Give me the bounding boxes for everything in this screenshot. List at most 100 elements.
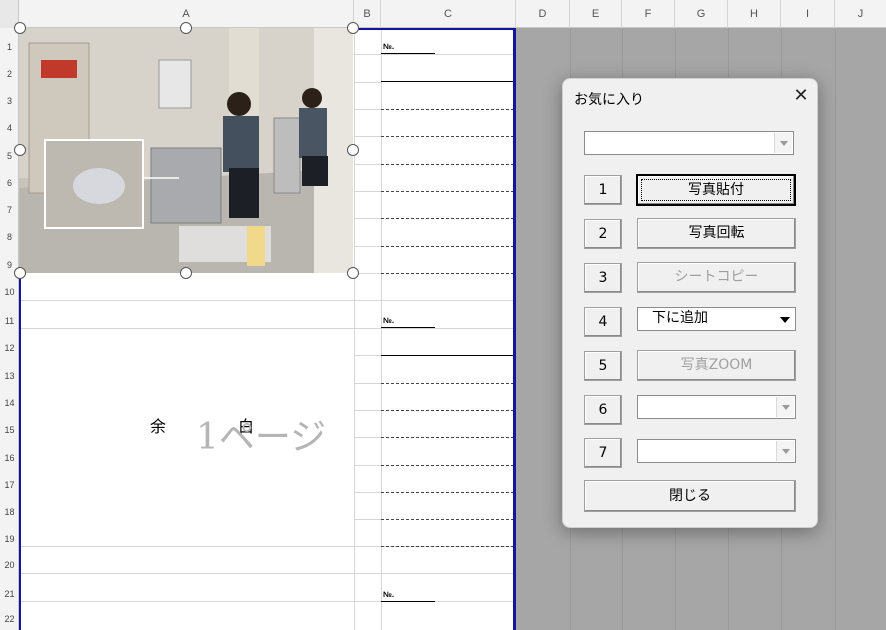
add-position-dropdown[interactable]: 下に追加: [637, 307, 796, 331]
column-header-f[interactable]: F: [622, 0, 675, 28]
rotate-photo-button[interactable]: 写真回転: [637, 218, 796, 249]
dialog-title: お気に入り: [574, 92, 644, 108]
row-header-4[interactable]: 4: [0, 123, 19, 133]
gridline: [354, 164, 382, 165]
row-header-22[interactable]: 22: [0, 614, 19, 624]
row-header-20[interactable]: 20: [0, 560, 19, 570]
memo-line: [381, 546, 514, 547]
gridline: [354, 28, 355, 630]
column-header-c[interactable]: C: [381, 0, 516, 28]
slot-7-dropdown[interactable]: [637, 439, 796, 463]
gridline: [354, 246, 382, 247]
number-button-2[interactable]: 2: [584, 219, 622, 249]
photo-illustration: [19, 28, 353, 273]
memo-line: [381, 109, 514, 110]
memo-line: [381, 218, 514, 219]
resize-handle[interactable]: [14, 22, 26, 34]
number-underline: [381, 601, 435, 602]
number-label: №.: [383, 42, 395, 51]
gridline: [381, 28, 382, 630]
column-header-e[interactable]: E: [570, 0, 622, 28]
gridline: [354, 383, 382, 384]
gridline: [19, 573, 516, 574]
row-header-13[interactable]: 13: [0, 371, 19, 381]
row-header-6[interactable]: 6: [0, 178, 19, 188]
number-underline: [381, 53, 435, 54]
gridline: [354, 492, 382, 493]
memo-line: [381, 273, 514, 274]
photo-zoom-button[interactable]: 写真ZOOM: [637, 350, 796, 381]
row-header-1[interactable]: 1: [0, 42, 19, 52]
top-dropdown[interactable]: [584, 131, 794, 155]
favorites-dialog: お気に入り ✕ 1 写真貼付 2 写真回転 3 シートコピー 4 下に追加 5 …: [562, 78, 818, 528]
add-position-value: 下に追加: [652, 310, 708, 326]
dropdown-arrow-icon[interactable]: [774, 133, 792, 153]
number-label: №.: [383, 316, 395, 325]
row-header-15[interactable]: 15: [0, 425, 19, 435]
number-button-1[interactable]: 1: [584, 175, 622, 205]
column-header-j[interactable]: J: [835, 0, 886, 28]
memo-line: [381, 492, 514, 493]
gridline: [354, 82, 382, 83]
dropdown-arrow-icon[interactable]: [776, 441, 794, 461]
resize-handle[interactable]: [347, 267, 359, 279]
page-watermark: 1ページ: [196, 417, 327, 458]
row-header-16[interactable]: 16: [0, 453, 19, 463]
gridline: [354, 109, 382, 110]
gridline: [354, 465, 382, 466]
row-header-21[interactable]: 21: [0, 589, 19, 599]
memo-line: [381, 164, 514, 165]
memo-line: [381, 246, 514, 247]
row-header-7[interactable]: 7: [0, 205, 19, 215]
resize-handle[interactable]: [347, 22, 359, 34]
number-button-4[interactable]: 4: [584, 307, 622, 337]
row-header-2[interactable]: 2: [0, 69, 19, 79]
row-header-11[interactable]: 11: [0, 316, 19, 326]
row-header-18[interactable]: 18: [0, 507, 19, 517]
number-button-7[interactable]: 7: [584, 438, 622, 468]
memo-line: [381, 383, 514, 384]
row-header-10[interactable]: 10: [0, 287, 19, 297]
number-underline: [381, 327, 435, 328]
column-header-i[interactable]: I: [781, 0, 835, 28]
row-header-14[interactable]: 14: [0, 398, 19, 408]
row-header-12[interactable]: 12: [0, 343, 19, 353]
gridline: [354, 437, 382, 438]
row-header-8[interactable]: 8: [0, 232, 19, 242]
memo-line: [381, 191, 514, 192]
number-button-6[interactable]: 6: [584, 395, 622, 425]
gridline: [354, 355, 382, 356]
number-button-5[interactable]: 5: [584, 351, 622, 381]
gridline: [19, 328, 516, 329]
row-header: 1 2 3 4 5 6 7 8 9 10 11 12 13 14 15 16 1…: [0, 28, 19, 630]
column-header: A B C D E F G H I J: [0, 0, 886, 28]
sheet-copy-button[interactable]: シートコピー: [637, 262, 796, 293]
column-header-d[interactable]: D: [516, 0, 570, 28]
row-header-17[interactable]: 17: [0, 480, 19, 490]
column-header-g[interactable]: G: [675, 0, 728, 28]
resize-handle[interactable]: [14, 267, 26, 279]
dropdown-arrow-icon[interactable]: [776, 397, 794, 417]
resize-handle[interactable]: [180, 22, 192, 34]
resize-handle[interactable]: [180, 267, 192, 279]
row-header-19[interactable]: 19: [0, 534, 19, 544]
close-button[interactable]: 閉じる: [584, 480, 796, 512]
resize-handle[interactable]: [14, 144, 26, 156]
number-button-3[interactable]: 3: [584, 263, 622, 293]
gridline: [354, 136, 382, 137]
gridline: [19, 601, 516, 602]
gridline: [19, 300, 516, 301]
gridline: [354, 218, 382, 219]
paste-photo-button[interactable]: 写真貼付: [636, 174, 796, 206]
row-header-3[interactable]: 3: [0, 96, 19, 106]
memo-line: [381, 355, 514, 356]
gridline: [354, 191, 382, 192]
close-icon[interactable]: ✕: [789, 84, 813, 108]
resize-handle[interactable]: [347, 144, 359, 156]
slot-6-dropdown[interactable]: [637, 395, 796, 419]
dropdown-arrow-icon[interactable]: [776, 309, 794, 329]
inserted-photo[interactable]: [19, 28, 353, 273]
column-header-h[interactable]: H: [728, 0, 781, 28]
memo-line: [381, 81, 514, 82]
gridline: [835, 28, 836, 630]
